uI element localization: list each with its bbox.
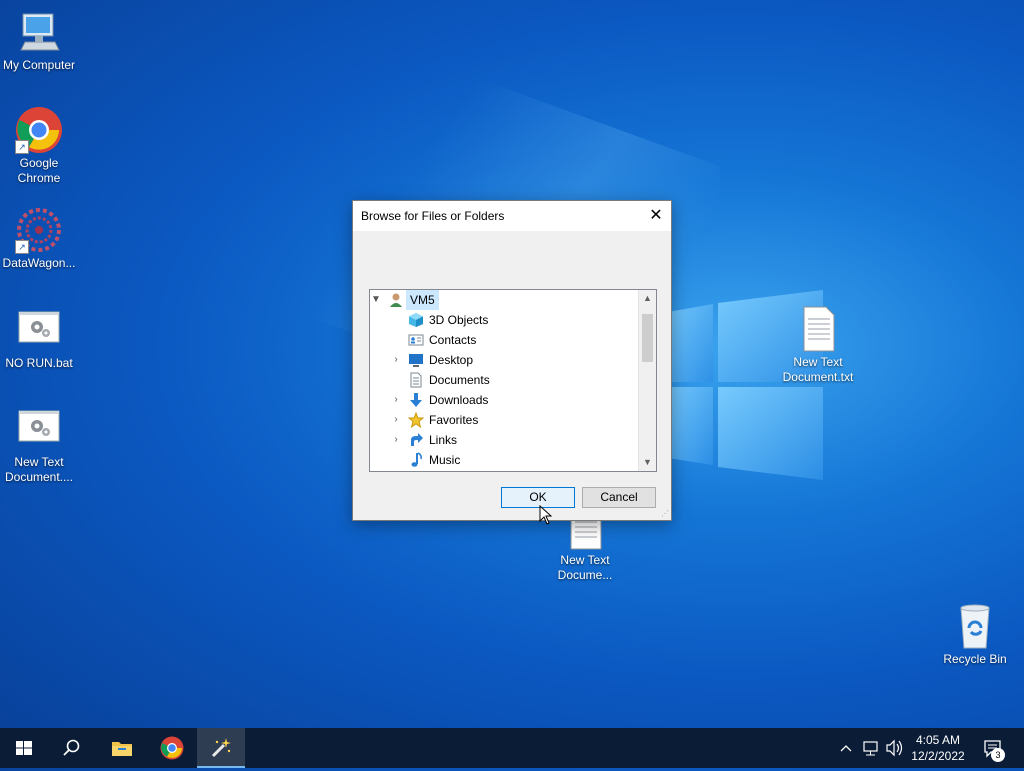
favorites-icon: [407, 411, 425, 429]
3d-objects-icon: [408, 312, 424, 328]
shortcut-arrow-icon: ↗: [15, 140, 29, 154]
desktop-icon: [408, 352, 424, 368]
tree-item-contacts[interactable]: Contacts: [370, 330, 638, 350]
show-hidden-icons-button[interactable]: [838, 728, 854, 768]
batch-file-icon: [15, 405, 63, 453]
start-button[interactable]: [0, 728, 48, 768]
clock-date: 12/2/2022: [911, 749, 965, 763]
volume-tray-button[interactable]: [884, 728, 904, 768]
tree-item-music[interactable]: Music: [370, 450, 638, 470]
desktop-icon-label: DataWagon...: [2, 256, 76, 270]
tree-item-label: Desktop: [429, 353, 474, 367]
scroll-up-icon[interactable]: ▲: [639, 290, 656, 307]
music-icon: [408, 452, 424, 468]
computer-icon: [15, 8, 63, 56]
tree-item-links[interactable]: › Links: [370, 430, 638, 450]
desktop-icon-label: Google Chrome: [17, 156, 61, 185]
recycle-bin-icon: [951, 602, 999, 650]
chevron-right-icon[interactable]: ›: [390, 350, 402, 370]
tree-item-label: Music: [429, 453, 461, 467]
close-icon: ✕: [649, 207, 663, 224]
desktop-icon-label: New Text Docume...: [557, 553, 613, 582]
scroll-down-icon[interactable]: ▼: [639, 454, 656, 471]
text-file-icon: [794, 305, 842, 353]
desktop-icon-label: Recycle Bin: [943, 652, 1007, 666]
scrollbar-thumb[interactable]: [642, 314, 653, 362]
datawagon-icon: ↗: [15, 206, 63, 254]
network-tray-button[interactable]: [862, 728, 880, 768]
dialog-titlebar[interactable]: Browse for Files or Folders ✕: [353, 201, 671, 231]
desktop-icon-datawagon[interactable]: ↗ DataWagon...: [0, 206, 79, 271]
mouse-cursor-icon: [539, 505, 553, 525]
user-icon: [388, 292, 404, 308]
browse-dialog: Browse for Files or Folders ✕ ▼ VM5 3D O…: [352, 200, 672, 521]
chrome-icon: [160, 736, 184, 760]
shortcut-arrow-icon: ↗: [15, 240, 29, 254]
tree-item-3d-objects[interactable]: 3D Objects: [370, 310, 638, 330]
search-icon: [63, 739, 80, 756]
desktop-icon-new-text-document-bat[interactable]: New Text Document....: [0, 405, 79, 485]
magic-wand-icon: [211, 738, 231, 758]
documents-icon: [408, 372, 424, 388]
dialog-title: Browse for Files or Folders: [361, 209, 505, 223]
tree-item-label: Links: [429, 433, 458, 447]
tree-item-downloads[interactable]: › Downloads: [370, 390, 638, 410]
chevron-down-icon[interactable]: ▼: [370, 290, 382, 310]
downloads-icon: [408, 392, 424, 408]
taskbar-file-explorer[interactable]: [98, 728, 146, 768]
desktop-icon-my-computer[interactable]: My Computer: [0, 8, 79, 73]
desktop-icon-no-run-bat[interactable]: NO RUN.bat: [0, 306, 79, 371]
tree-item-label: Downloads: [429, 393, 489, 407]
search-button[interactable]: [48, 728, 96, 768]
taskbar-chrome[interactable]: [148, 728, 196, 768]
tree-item-label: VM5: [406, 290, 439, 310]
tree-item-label: Documents: [429, 373, 490, 387]
tree-item-documents[interactable]: Documents: [370, 370, 638, 390]
taskbar-clock[interactable]: 4:05 AM 12/2/2022: [908, 732, 968, 764]
tree-item-label: 3D Objects: [429, 313, 489, 327]
tree-scrollbar[interactable]: ▲ ▼: [638, 290, 656, 471]
taskbar-active-app[interactable]: [197, 728, 245, 768]
desktop-icon-new-text-document-txt[interactable]: New Text Document.txt: [778, 305, 858, 385]
chevron-right-icon[interactable]: ›: [390, 410, 402, 430]
folder-icon: [112, 742, 132, 756]
links-icon: [408, 432, 424, 448]
tree-item-label: Favorites: [429, 413, 479, 427]
contacts-icon: [408, 332, 424, 348]
taskbar: 4:05 AM 12/2/2022: [0, 728, 1024, 768]
windows-icon: [16, 741, 32, 755]
ok-button[interactable]: OK: [501, 487, 575, 508]
desktop-icon-label: My Computer: [2, 58, 76, 72]
chevron-up-icon: [840, 745, 852, 752]
close-button[interactable]: ✕: [641, 201, 671, 231]
batch-file-icon: [15, 306, 63, 354]
tree-item-favorites[interactable]: › Favorites: [370, 410, 638, 430]
notification-count-badge: 3: [991, 748, 1005, 762]
desktop-icon-google-chrome[interactable]: ↗ Google Chrome: [0, 106, 79, 186]
volume-icon: [886, 739, 903, 757]
chevron-right-icon[interactable]: ›: [390, 390, 402, 410]
chevron-right-icon[interactable]: ›: [390, 430, 402, 450]
desktop-icon-label: New Text Document....: [4, 455, 74, 484]
network-icon: [863, 741, 878, 756]
tree-item-desktop[interactable]: › Desktop: [370, 350, 638, 370]
cancel-button[interactable]: Cancel: [582, 487, 656, 508]
desktop-icon-recycle-bin[interactable]: Recycle Bin: [935, 602, 1015, 667]
chrome-icon: ↗: [15, 106, 63, 154]
resize-grip-icon[interactable]: ⋰: [661, 510, 669, 518]
clock-time: 4:05 AM: [915, 733, 961, 747]
desktop-icon-label: New Text Document.txt: [782, 355, 854, 384]
folder-tree[interactable]: ▼ VM5 3D Objects Contacts › Desktop Docu…: [369, 289, 657, 472]
desktop-icon-label: NO RUN.bat: [5, 356, 73, 370]
tree-item-vm5[interactable]: ▼ VM5: [370, 290, 638, 310]
tree-item-label: Contacts: [429, 333, 477, 347]
